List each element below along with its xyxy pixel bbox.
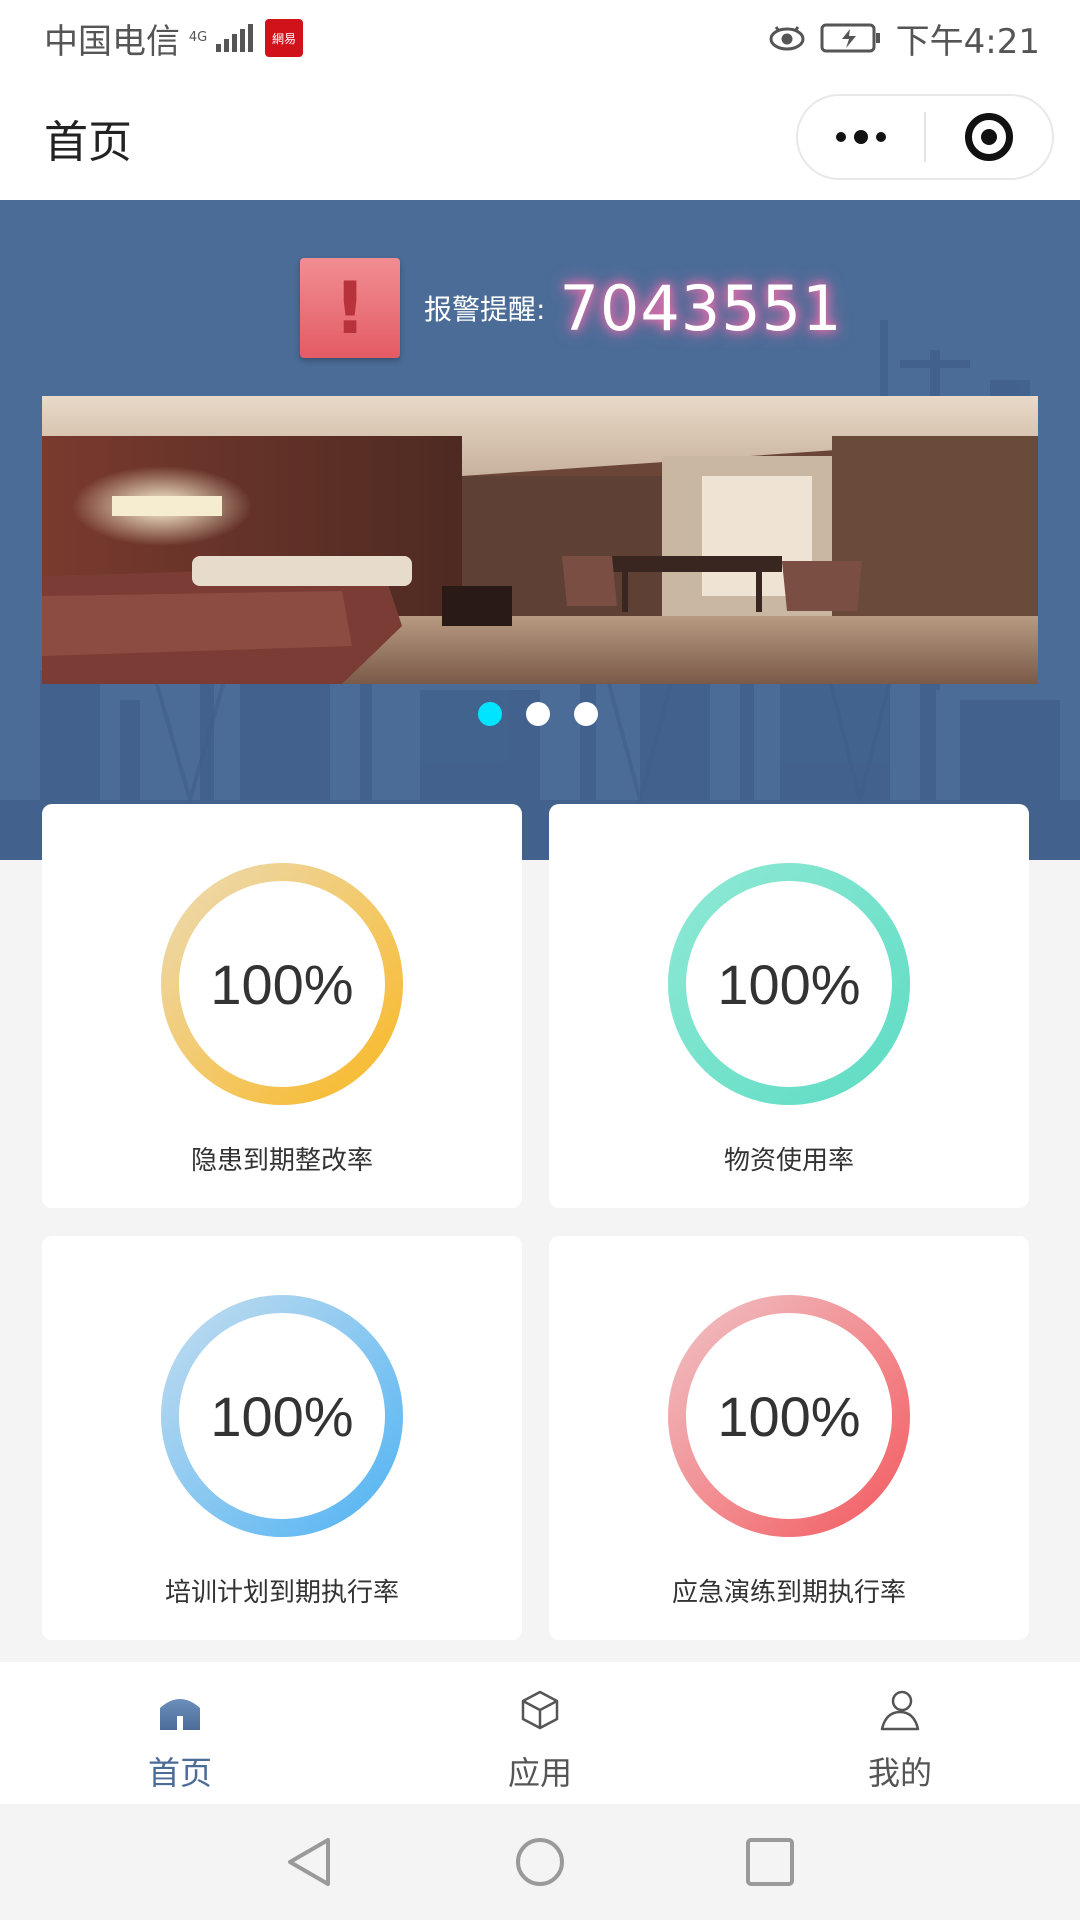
tab-label: 我的: [867, 1754, 932, 1792]
stat-label: 物资使用率: [723, 1146, 854, 1176]
stat-card-emergency-drill[interactable]: 100% 应急演练到期执行率: [549, 1236, 1029, 1640]
navigation-bar: 首页: [0, 76, 1080, 200]
carrier-name: 中国电信: [44, 21, 180, 62]
target-icon: [964, 113, 1013, 161]
battery-charging-icon: [820, 23, 880, 53]
clock: 下午4:21: [895, 21, 1040, 62]
stat-card-training-plan[interactable]: 100% 培训计划到期执行率: [42, 1236, 522, 1640]
netease-badge-icon: 網易: [265, 19, 303, 57]
stat-value: 100%: [717, 1384, 861, 1448]
stat-label: 应急演练到期执行率: [671, 1578, 906, 1608]
more-button[interactable]: [798, 96, 924, 178]
stat-card-material-usage[interactable]: 100% 物资使用率: [549, 804, 1029, 1208]
eye-icon: [769, 26, 805, 51]
system-navigation-bar: [0, 1804, 1080, 1920]
hero-section: ! 报警提醒: 7043551: [0, 200, 1080, 860]
network-type: 4G: [188, 30, 208, 45]
stat-value: 100%: [210, 1384, 354, 1448]
stat-label: 培训计划到期执行率: [164, 1578, 399, 1608]
stat-label: 隐患到期整改率: [190, 1146, 373, 1176]
carousel-indicator: [478, 702, 598, 726]
banner-image-living-room: [42, 396, 1038, 684]
alarm-reminder[interactable]: ! 报警提醒: 7043551: [300, 258, 843, 358]
bottom-tab-bar: 首页 应用 我的: [0, 1662, 1080, 1804]
tab-mine[interactable]: 我的: [720, 1662, 1080, 1804]
cube-icon: [521, 1690, 559, 1730]
banner-carousel[interactable]: [42, 396, 1038, 684]
alarm-label: 报警提醒:: [424, 293, 546, 326]
progress-ring: 100%: [160, 1294, 404, 1538]
home-icon: [160, 1699, 200, 1730]
status-bar: 中国电信 4G 網易 下午4:21: [0, 0, 1080, 76]
user-icon: [880, 1690, 920, 1731]
more-dots-icon: [836, 130, 886, 144]
tab-label: 应用: [507, 1754, 572, 1792]
progress-ring: 100%: [667, 1294, 911, 1538]
stat-value: 100%: [717, 952, 861, 1016]
home-circle-icon[interactable]: [514, 1836, 566, 1888]
tab-apps[interactable]: 应用: [360, 1662, 720, 1804]
exclamation-icon: !: [300, 258, 400, 358]
progress-ring: 100%: [160, 862, 404, 1106]
stat-value: 100%: [210, 952, 354, 1016]
carousel-dot-2[interactable]: [526, 702, 550, 726]
page-title: 首页: [44, 117, 132, 168]
back-triangle-icon[interactable]: [284, 1836, 336, 1888]
recent-square-icon[interactable]: [744, 1836, 796, 1888]
tab-label: 首页: [147, 1754, 212, 1792]
carousel-dot-1[interactable]: [478, 702, 502, 726]
signal-icon: [216, 24, 253, 52]
carousel-dot-3[interactable]: [574, 702, 598, 726]
mini-program-capsule: [796, 94, 1054, 180]
close-button[interactable]: [926, 96, 1052, 178]
stat-card-hazard-rectification[interactable]: 100% 隐患到期整改率: [42, 804, 522, 1208]
progress-ring: 100%: [667, 862, 911, 1106]
tab-home[interactable]: 首页: [0, 1662, 360, 1804]
alarm-count: 7043551: [559, 271, 843, 345]
